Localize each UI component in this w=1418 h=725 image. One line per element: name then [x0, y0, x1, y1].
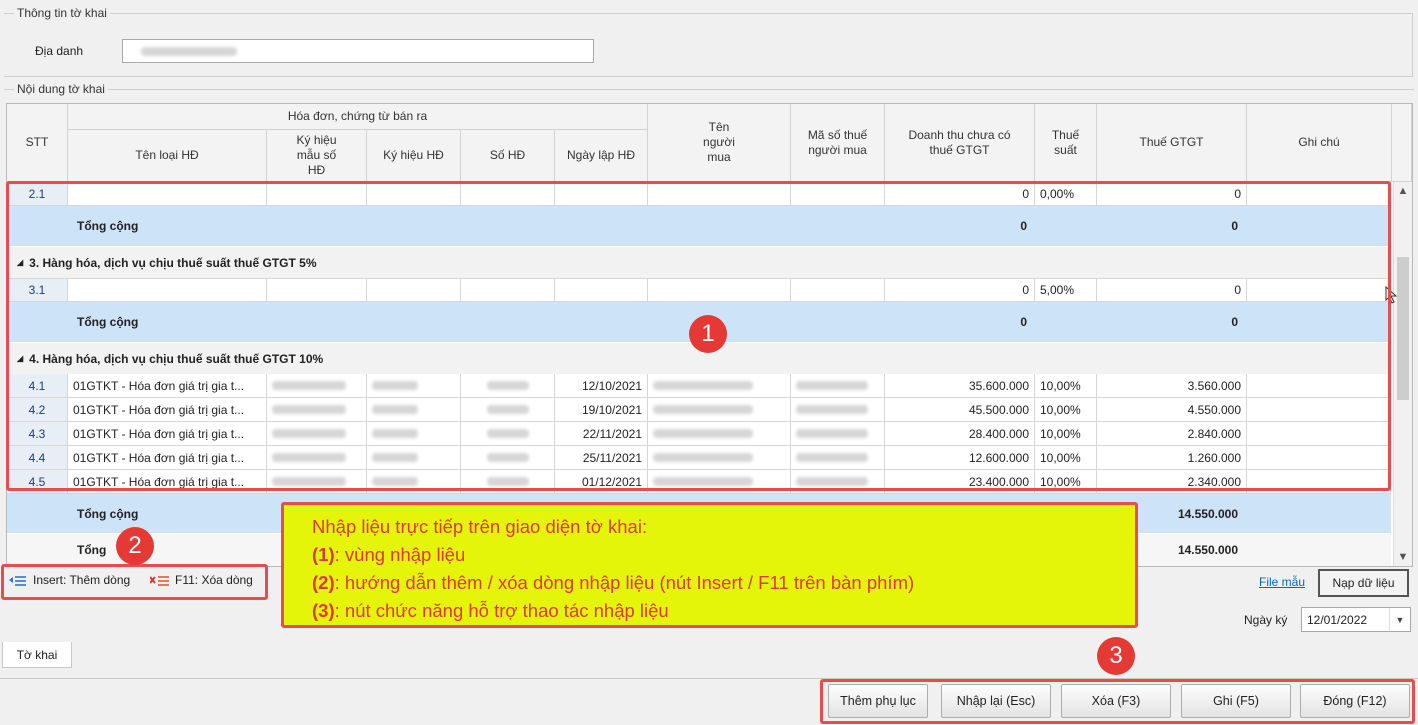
- ngay-ky-picker[interactable]: 12/01/2022 ▼: [1301, 607, 1411, 632]
- scroll-up-icon[interactable]: ▲: [1394, 185, 1412, 197]
- col-ghi-chu: Ghi chú: [1247, 104, 1392, 182]
- annotation-badge-2: 2: [116, 527, 154, 565]
- note-key-3: (3): [312, 600, 335, 621]
- col-ngay-lap: Ngày lập HĐ: [555, 130, 648, 182]
- info-group-legend: Thông tin tờ khai: [14, 6, 110, 20]
- total-label: Tổng cộng: [77, 506, 139, 521]
- grand-total-label: Tổng: [77, 543, 107, 557]
- note-text-2: : hướng dẫn thêm / xóa dòng nhập liệu (n…: [334, 572, 915, 593]
- col-thue-suat: Thuế suất: [1035, 104, 1097, 182]
- content-group-legend: Nội dung tờ khai: [14, 82, 108, 96]
- nap-du-lieu-button[interactable]: Nạp dữ liệu: [1318, 569, 1409, 597]
- col-ten-nguoi-mua: Tên người mua: [648, 104, 791, 182]
- col-doanh-thu: Doanh thu chưa có thuế GTGT: [885, 104, 1035, 182]
- ngay-ky-label: Ngày ký: [1244, 613, 1288, 627]
- annotation-box-2: [1, 564, 268, 600]
- annotation-box-3: [820, 679, 1415, 724]
- col-mst-nguoi-mua: Mã số thuế người mua: [791, 104, 885, 182]
- col-invoice-group: Hóa đơn, chứng từ bán ra: [68, 104, 648, 130]
- note-line-2: (2): hướng dẫn thêm / xóa dòng nhập liệu…: [312, 569, 1135, 597]
- col-thue-gtgt: Thuế GTGT: [1097, 104, 1247, 182]
- note-title: Nhập liệu trực tiếp trên giao diện tờ kh…: [312, 516, 648, 537]
- note-key-1: (1): [312, 544, 335, 565]
- dia-danh-label: Địa danh: [35, 44, 84, 58]
- col-ky-hieu-hd: Ký hiệu HĐ: [367, 130, 461, 182]
- file-mau-link[interactable]: File mẫu: [1259, 575, 1305, 589]
- nap-du-lieu-label: Nạp dữ liệu: [1332, 576, 1395, 590]
- annotation-note: Nhập liệu trực tiếp trên giao diện tờ kh…: [281, 502, 1138, 628]
- note-key-2: (2): [312, 572, 335, 593]
- col-ky-hieu-mau: Ký hiệu mẫu số HĐ: [267, 130, 367, 182]
- col-stt: STT: [7, 104, 68, 182]
- tab-to-khai-label: Tờ khai: [16, 647, 58, 662]
- grid-scrollbar[interactable]: ▲ ▼: [1393, 182, 1412, 566]
- ngay-ky-value: 12/01/2022: [1307, 612, 1368, 627]
- note-line-3: (3): nút chức năng hỗ trợ thao tác nhập …: [312, 597, 1135, 625]
- col-ten-loai-hd: Tên loại HĐ: [68, 130, 267, 182]
- note-line-1: (1): vùng nhập liệu: [312, 541, 1135, 569]
- col-so-hd: Số HĐ: [461, 130, 555, 182]
- annotation-badge-3: 3: [1097, 637, 1135, 675]
- header-filler: [1392, 104, 1412, 182]
- note-text-3: : nút chức năng hỗ trợ thao tác nhập liệ…: [334, 600, 669, 621]
- note-text-1: : vùng nhập liệu: [334, 544, 466, 565]
- annotation-badge-1: 1: [689, 315, 727, 353]
- scrollbar-thumb[interactable]: [1397, 257, 1409, 400]
- scroll-down-icon[interactable]: ▼: [1394, 551, 1412, 563]
- dropdown-arrow-icon[interactable]: ▼: [1389, 608, 1410, 631]
- tab-to-khai[interactable]: Tờ khai: [2, 642, 72, 668]
- dia-danh-input[interactable]: [122, 39, 594, 63]
